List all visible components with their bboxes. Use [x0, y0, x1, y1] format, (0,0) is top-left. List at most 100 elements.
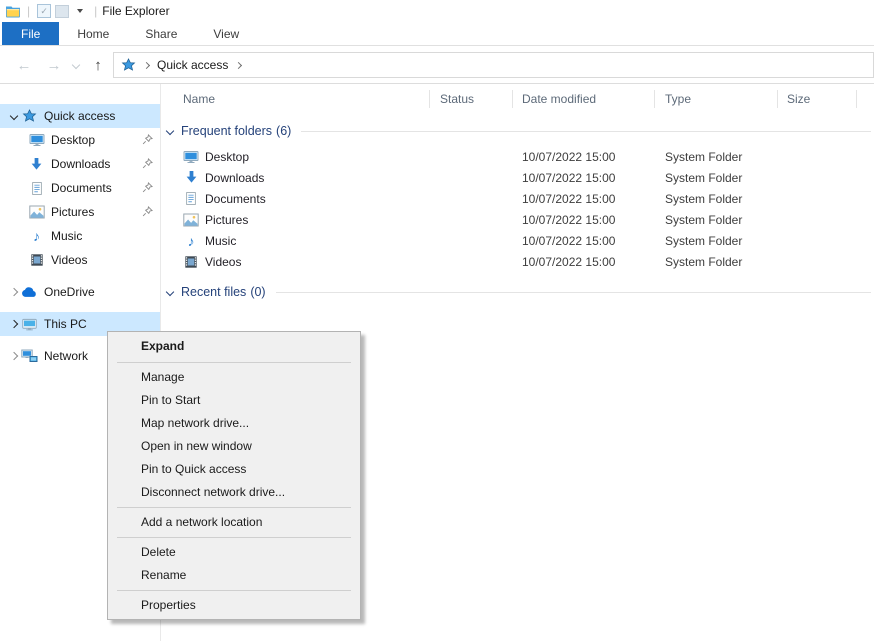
- column-header-status[interactable]: Status: [430, 90, 513, 108]
- sidebar-item-documents[interactable]: Documents: [0, 176, 160, 200]
- file-name: Downloads: [205, 171, 264, 185]
- chevron-down-icon: [166, 288, 174, 296]
- sidebar-item-downloads[interactable]: Downloads: [0, 152, 160, 176]
- file-type: System Folder: [655, 234, 778, 248]
- up-arrow-icon: ↑: [94, 57, 102, 74]
- context-menu: Expand Manage Pin to Start Map network d…: [107, 331, 361, 620]
- sidebar-item-videos[interactable]: Videos: [0, 248, 160, 272]
- quick-access-star-icon: [121, 58, 136, 73]
- address-bar[interactable]: Quick access: [113, 52, 874, 78]
- column-header-size[interactable]: Size: [778, 90, 857, 108]
- recent-locations-dropdown[interactable]: [68, 46, 84, 84]
- file-row-desktop[interactable]: Desktop 10/07/2022 15:00 System Folder: [162, 146, 874, 167]
- breadcrumb-chevron-icon[interactable]: [235, 61, 242, 68]
- file-row-downloads[interactable]: Downloads 10/07/2022 15:00 System Folder: [162, 167, 874, 188]
- sidebar-item-music[interactable]: ♪ Music: [0, 224, 160, 248]
- sidebar-item-label: Quick access: [44, 109, 115, 123]
- navigation-bar: ← → ↑ Quick access: [0, 46, 874, 84]
- column-header-date-modified[interactable]: Date modified: [513, 90, 655, 108]
- back-button[interactable]: ←: [12, 46, 36, 84]
- download-arrow-icon: [28, 156, 45, 172]
- group-count: (6): [276, 124, 291, 138]
- file-row-pictures[interactable]: Pictures 10/07/2022 15:00 System Folder: [162, 209, 874, 230]
- onedrive-cloud-icon: [21, 284, 38, 300]
- column-header-type[interactable]: Type: [655, 90, 778, 108]
- menu-item-rename[interactable]: Rename: [108, 564, 360, 587]
- picture-frame-icon: [183, 212, 199, 228]
- sidebar-item-desktop[interactable]: Desktop: [0, 128, 160, 152]
- sidebar-item-label: Downloads: [51, 157, 110, 171]
- file-date-modified: 10/07/2022 15:00: [513, 171, 655, 185]
- menu-separator: [117, 362, 351, 363]
- pin-icon: [142, 158, 153, 172]
- menu-item-add-network-location[interactable]: Add a network location: [108, 511, 360, 534]
- pin-icon: [142, 134, 153, 148]
- app-logo-icon[interactable]: [4, 2, 22, 20]
- tab-file[interactable]: File: [2, 22, 59, 45]
- sidebar-item-pictures[interactable]: Pictures: [0, 200, 160, 224]
- sidebar-item-label: Network: [44, 349, 88, 363]
- chevron-down-icon: [166, 127, 174, 135]
- titlebar-separator: |: [94, 4, 97, 18]
- sidebar-item-label: Documents: [51, 181, 112, 195]
- menu-item-properties[interactable]: Properties: [108, 594, 360, 617]
- window-title: File Explorer: [102, 4, 169, 18]
- file-date-modified: 10/07/2022 15:00: [513, 192, 655, 206]
- qat-properties-button[interactable]: ✓: [35, 2, 53, 20]
- qat-new-folder-button[interactable]: [53, 2, 71, 20]
- menu-item-pin-to-quick-access[interactable]: Pin to Quick access: [108, 458, 360, 481]
- file-row-videos[interactable]: Videos 10/07/2022 15:00 System Folder: [162, 251, 874, 272]
- file-date-modified: 10/07/2022 15:00: [513, 234, 655, 248]
- file-name: Music: [205, 234, 236, 248]
- sidebar-item-label: Pictures: [51, 205, 94, 219]
- up-button[interactable]: ↑: [86, 46, 110, 84]
- group-label: Recent files: [181, 285, 246, 299]
- menu-item-pin-to-start[interactable]: Pin to Start: [108, 389, 360, 412]
- group-header-frequent-folders[interactable]: Frequent folders (6): [162, 120, 874, 142]
- dropdown-triangle-icon: [77, 9, 83, 13]
- group-label: Frequent folders: [181, 124, 272, 138]
- menu-item-delete[interactable]: Delete: [108, 541, 360, 564]
- chevron-right-icon[interactable]: [10, 288, 18, 296]
- file-row-documents[interactable]: Documents 10/07/2022 15:00 System Folder: [162, 188, 874, 209]
- forward-button[interactable]: →: [42, 46, 66, 84]
- file-row-music[interactable]: ♪Music 10/07/2022 15:00 System Folder: [162, 230, 874, 251]
- tab-home[interactable]: Home: [59, 22, 127, 45]
- column-header-name[interactable]: Name: [162, 90, 430, 108]
- chevron-down-icon: [72, 61, 80, 69]
- file-explorer-logo-icon: [5, 4, 21, 18]
- breadcrumb-segment[interactable]: Quick access: [157, 58, 228, 72]
- tab-share[interactable]: Share: [127, 22, 195, 45]
- sidebar-item-label: OneDrive: [44, 285, 95, 299]
- menu-separator: [117, 507, 351, 508]
- back-arrow-icon: ←: [17, 57, 32, 74]
- menu-item-open-in-new-window[interactable]: Open in new window: [108, 435, 360, 458]
- group-header-recent-files[interactable]: Recent files (0): [162, 281, 874, 303]
- menu-item-expand[interactable]: Expand: [108, 334, 360, 359]
- tab-view[interactable]: View: [195, 22, 257, 45]
- sidebar-item-quick-access[interactable]: Quick access: [0, 104, 160, 128]
- file-type: System Folder: [655, 150, 778, 164]
- chevron-right-icon[interactable]: [10, 352, 18, 360]
- menu-item-disconnect-network-drive[interactable]: Disconnect network drive...: [108, 481, 360, 504]
- group-rule: [301, 131, 871, 132]
- file-type: System Folder: [655, 171, 778, 185]
- pin-icon: [142, 206, 153, 220]
- forward-arrow-icon: →: [47, 57, 62, 74]
- qat-customize-button[interactable]: [71, 2, 89, 20]
- document-page-icon: [183, 191, 199, 207]
- menu-item-map-network-drive[interactable]: Map network drive...: [108, 412, 360, 435]
- menu-item-manage[interactable]: Manage: [108, 366, 360, 389]
- file-date-modified: 10/07/2022 15:00: [513, 150, 655, 164]
- sidebar-item-onedrive[interactable]: OneDrive: [0, 280, 160, 304]
- sidebar-item-label: This PC: [44, 317, 87, 331]
- file-name: Documents: [205, 192, 266, 206]
- desktop-monitor-icon: [183, 149, 199, 165]
- group-rule: [276, 292, 871, 293]
- quick-access-star-icon: [21, 108, 38, 124]
- chevron-right-icon[interactable]: [10, 320, 18, 328]
- network-pc-icon: [21, 348, 38, 364]
- chevron-down-icon[interactable]: [10, 112, 18, 120]
- checkbox-icon: ✓: [37, 4, 51, 18]
- download-arrow-icon: [183, 170, 199, 186]
